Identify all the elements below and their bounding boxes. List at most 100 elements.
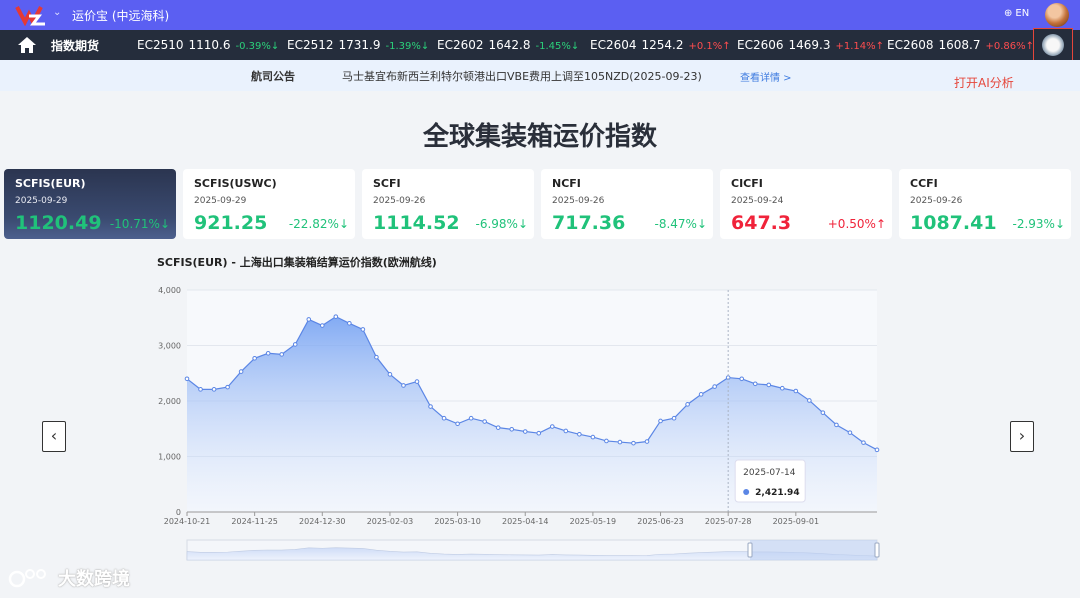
x-tick-label: 2025-09-01 bbox=[773, 517, 820, 526]
x-tick-label: 2025-05-19 bbox=[570, 517, 617, 526]
card-value: 1087.41 bbox=[910, 212, 997, 234]
announcement-bar: 航司公告 马士基宜布新西兰利特尔顿港出口VBE费用上调至105NZD(2025-… bbox=[0, 60, 1080, 91]
data-point bbox=[698, 392, 704, 397]
ticker-item-ec2604[interactable]: EC2604 1254.2 +0.1%↑ bbox=[590, 38, 731, 52]
data-point bbox=[536, 430, 542, 436]
data-point bbox=[374, 354, 379, 360]
data-point bbox=[482, 419, 487, 424]
data-point bbox=[779, 385, 785, 391]
zoom-selection[interactable] bbox=[750, 540, 877, 560]
x-tick-label: 2025-07-28 bbox=[705, 517, 752, 526]
watermark-logo: 大数跨境 bbox=[8, 565, 130, 591]
globe-icon: ⊕ bbox=[1004, 8, 1013, 19]
ai-analysis-button[interactable] bbox=[1033, 28, 1073, 64]
language-label: EN bbox=[1015, 8, 1030, 19]
card-name: SCFIS(EUR) bbox=[15, 177, 86, 190]
index-card-ccfi[interactable]: CCFI 2025-09-26 1087.41 -2.93%↓ bbox=[899, 169, 1071, 239]
ticker-item-ec2602[interactable]: EC2602 1642.8 -1.45%↓ bbox=[437, 38, 579, 52]
card-date: 2025-09-29 bbox=[15, 196, 68, 206]
announcement-text[interactable]: 马士基宜布新西兰利特尔顿港出口VBE费用上调至105NZD(2025-09-23… bbox=[342, 68, 702, 84]
data-point bbox=[549, 424, 555, 429]
y-tick-label: 3,000 bbox=[158, 342, 181, 351]
data-point bbox=[658, 418, 663, 424]
top-bar: ⌄ 运价宝 (中远海科) ⊕ EN bbox=[0, 0, 1080, 30]
data-point bbox=[685, 402, 690, 407]
ticker-item-ec2606[interactable]: EC2606 1469.3 +1.14%↑ bbox=[737, 38, 884, 52]
language-switch[interactable]: ⊕ EN bbox=[1004, 8, 1029, 19]
tooltip-value: 2,421.94 bbox=[755, 488, 799, 498]
data-point bbox=[265, 350, 271, 356]
data-point bbox=[590, 434, 596, 440]
data-point bbox=[211, 387, 217, 392]
ticker-price: 1254.2 bbox=[641, 38, 684, 52]
index-card-scfis-uswc[interactable]: SCFIS(USWC) 2025-09-29 921.25 -22.82%↓ bbox=[183, 169, 355, 239]
index-card-cicfi[interactable]: CICFI 2025-09-24 647.3 +0.50%↑ bbox=[720, 169, 892, 239]
avatar[interactable] bbox=[1045, 3, 1069, 27]
ticker-code: EC2510 bbox=[137, 38, 184, 52]
card-name: NCFI bbox=[552, 177, 581, 190]
data-point bbox=[874, 447, 880, 453]
app-title[interactable]: 运价宝 (中远海科) bbox=[72, 7, 169, 24]
data-point bbox=[360, 327, 366, 332]
data-point bbox=[834, 422, 839, 428]
chevron-down-icon[interactable]: ⌄ bbox=[53, 7, 61, 18]
x-tick-label: 2024-10-21 bbox=[164, 517, 211, 526]
ticker-change: +1.14%↑ bbox=[835, 41, 885, 52]
index-card-scfis-eur[interactable]: SCFIS(EUR) 2025-09-29 1120.49 -10.71%↓ bbox=[4, 169, 176, 239]
ticker-code: EC2512 bbox=[287, 38, 334, 52]
card-name: CCFI bbox=[910, 177, 938, 190]
card-name: SCFIS(USWC) bbox=[194, 177, 277, 190]
view-details-link[interactable]: 查看详情 > bbox=[740, 69, 792, 84]
futures-ticker: 指数期货 EC2510 1110.6 -0.39%↓ EC2512 1731.9 -1.3… bbox=[0, 30, 1080, 60]
card-date: 2025-09-26 bbox=[373, 196, 426, 206]
ticker-price: 1110.6 bbox=[188, 38, 231, 52]
data-point bbox=[604, 438, 609, 444]
index-card-scfi[interactable]: SCFI 2025-09-26 1114.52 -6.98%↓ bbox=[362, 169, 534, 239]
tooltip-date: 2025-07-14 bbox=[743, 468, 796, 478]
index-line-chart[interactable]: 0 1,000 2,000 3,000 4,000 2024-10-21 2024-11-2… bbox=[150, 278, 890, 568]
data-point bbox=[644, 439, 650, 444]
home-icon[interactable] bbox=[17, 35, 37, 55]
data-point bbox=[455, 421, 460, 427]
ticker-item-ec2510[interactable]: EC2510 1110.6 -0.39%↓ bbox=[137, 38, 279, 52]
arrow-down-icon: ↓ bbox=[159, 217, 170, 231]
card-change: +0.50%↑ bbox=[827, 217, 886, 231]
data-point bbox=[184, 376, 190, 382]
card-change: -2.93%↓ bbox=[1012, 217, 1065, 231]
next-chart-button[interactable]: › bbox=[1010, 421, 1034, 452]
card-value: 1114.52 bbox=[373, 212, 460, 234]
ticker-code: EC2606 bbox=[737, 38, 784, 52]
data-point bbox=[279, 352, 285, 357]
y-tick-label: 2,000 bbox=[158, 397, 181, 406]
watermark-icon bbox=[8, 569, 46, 588]
prev-chart-button[interactable]: ‹ bbox=[42, 421, 66, 452]
ticker-item-ec2512[interactable]: EC2512 1731.9 -1.39%↓ bbox=[287, 38, 429, 52]
zoom-handle[interactable] bbox=[874, 542, 880, 558]
app-logo-icon[interactable] bbox=[15, 4, 47, 26]
data-point bbox=[333, 314, 339, 319]
data-point bbox=[522, 429, 528, 434]
card-value: 647.3 bbox=[731, 212, 792, 234]
ticker-change: +0.86%↑ bbox=[985, 41, 1035, 52]
announcement-label: 航司公告 bbox=[251, 70, 295, 83]
data-point bbox=[617, 439, 623, 445]
zoom-handle[interactable] bbox=[747, 542, 753, 558]
data-point bbox=[306, 317, 312, 322]
ticker-change: -1.45%↓ bbox=[535, 41, 580, 52]
y-tick-label: 0 bbox=[176, 508, 181, 517]
futures-label[interactable]: 指数期货 bbox=[51, 37, 99, 54]
arrow-up-icon: ↑ bbox=[722, 41, 731, 52]
data-point bbox=[347, 321, 352, 326]
ticker-item-ec2608[interactable]: EC2608 1608.7 +0.86%↑ bbox=[887, 38, 1034, 52]
arrow-down-icon: ↓ bbox=[270, 41, 280, 52]
index-card-ncfi[interactable]: NCFI 2025-09-26 717.36 -8.47%↓ bbox=[541, 169, 713, 239]
data-point bbox=[847, 430, 853, 435]
card-name: SCFI bbox=[373, 177, 401, 190]
chevron-right-icon: › bbox=[1018, 426, 1026, 445]
data-point bbox=[793, 388, 799, 394]
ticker-change: -1.39%↓ bbox=[385, 41, 430, 52]
data-point bbox=[238, 369, 244, 374]
arrow-up-icon: ↑ bbox=[875, 217, 886, 231]
arrow-up-icon: ↑ bbox=[875, 41, 885, 52]
arrow-down-icon: ↓ bbox=[420, 41, 430, 52]
